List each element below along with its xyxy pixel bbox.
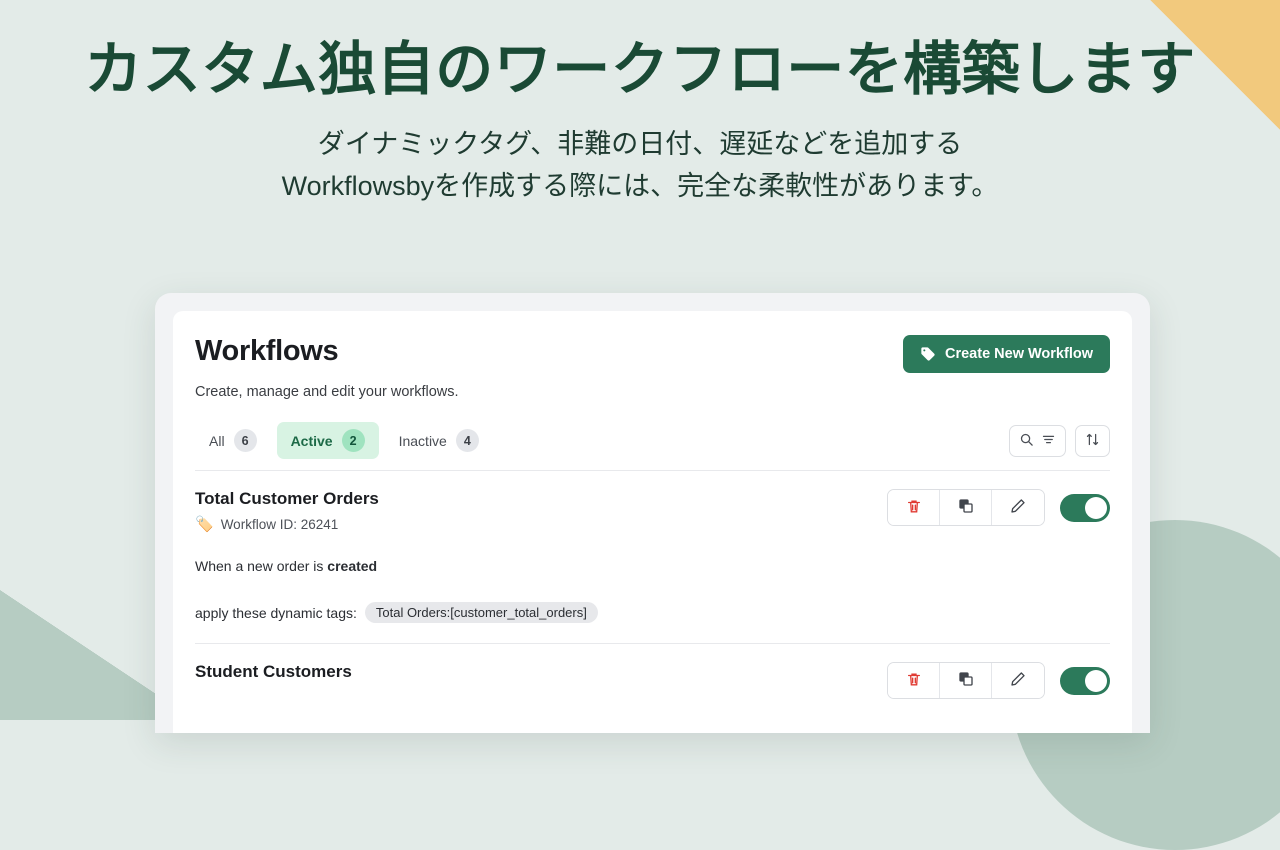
- delete-workflow-button[interactable]: [888, 663, 940, 698]
- workflow-id: 🏷️ Workflow ID: 26241: [195, 517, 379, 532]
- tab-all[interactable]: All 6: [195, 422, 271, 459]
- workflow-row-header: Student Customers: [195, 662, 1110, 699]
- workflow-row-student-customers: Student Customers: [195, 644, 1110, 719]
- app-window-frame: Workflows Create, manage and edit your w…: [155, 293, 1150, 733]
- workflows-card: Workflows Create, manage and edit your w…: [173, 311, 1132, 733]
- sort-arrows-icon: [1085, 432, 1100, 450]
- workflow-tag-chip[interactable]: Total Orders:[customer_total_orders]: [364, 602, 598, 623]
- edit-pencil-icon: [1010, 671, 1026, 690]
- hero-section: カスタム独自のワークフローを構築します ダイナミックタグ、非難の日付、遅延などを…: [0, 0, 1280, 207]
- create-new-workflow-button[interactable]: Create New Workflow: [903, 335, 1110, 373]
- tag-icon: [920, 346, 936, 362]
- workflow-trigger-event: created: [327, 558, 378, 574]
- duplicate-workflow-button[interactable]: [940, 490, 992, 525]
- tab-inactive-count: 4: [455, 429, 479, 452]
- create-new-workflow-label: Create New Workflow: [945, 346, 1093, 362]
- filter-icon: [1041, 432, 1056, 450]
- tab-active-count: 2: [341, 429, 365, 452]
- card-header: Workflows Create, manage and edit your w…: [195, 335, 1110, 400]
- duplicate-workflow-button[interactable]: [940, 663, 992, 698]
- delete-icon: [906, 671, 922, 691]
- duplicate-icon: [958, 498, 974, 517]
- duplicate-icon: [958, 671, 974, 690]
- sort-button[interactable]: [1075, 424, 1110, 457]
- workflow-tags-line: apply these dynamic tags: Total Orders:[…: [195, 602, 1110, 623]
- workflow-action-button-group: [887, 662, 1045, 699]
- workflow-row-header: Total Customer Orders 🏷️ Workflow ID: 26…: [195, 489, 1110, 532]
- workflow-enable-toggle[interactable]: [1060, 493, 1110, 522]
- workflow-row-total-customer-orders: Total Customer Orders 🏷️ Workflow ID: 26…: [195, 471, 1110, 644]
- search-filter-button[interactable]: [1009, 424, 1066, 457]
- workflow-trigger-line: When a new order is created: [195, 558, 1110, 574]
- workflow-tag-icon: 🏷️: [195, 516, 214, 533]
- edit-workflow-button[interactable]: [992, 663, 1044, 698]
- tabs-toolbar: All 6 Active 2 Inactive 4: [195, 422, 1110, 471]
- hero-title: カスタム独自のワークフローを構築します: [84, 37, 1196, 102]
- workflow-name: Student Customers: [195, 662, 352, 681]
- delete-workflow-button[interactable]: [888, 490, 940, 525]
- workflow-tags-label: apply these dynamic tags:: [195, 604, 357, 621]
- hero-subtitle-line-1: ダイナミックタグ、非難の日付、遅延などを追加する: [317, 128, 963, 159]
- hero-subtitle-line-2: Workflowsbyを作成する際には、完全な柔軟性があります。: [281, 170, 999, 201]
- workflow-name: Total Customer Orders: [195, 489, 379, 508]
- workflow-actions: [887, 489, 1110, 526]
- page-subtitle: Create, manage and edit your workflows.: [195, 384, 459, 400]
- tab-inactive[interactable]: Inactive 4: [385, 422, 493, 459]
- tabs-list: All 6 Active 2 Inactive 4: [195, 422, 493, 459]
- workflow-trigger-prefix: When a new order is: [195, 558, 328, 574]
- workflow-id-label: Workflow ID: 26241: [220, 517, 339, 532]
- page-title: Workflows: [195, 335, 339, 367]
- delete-icon: [906, 498, 922, 518]
- search-icon: [1019, 432, 1034, 450]
- toolbar-tools: [1009, 424, 1110, 457]
- hero-subtitle: ダイナミックタグ、非難の日付、遅延などを追加する Workflowsbyを作成す…: [0, 124, 1280, 208]
- edit-workflow-button[interactable]: [992, 490, 1044, 525]
- tab-inactive-label: Inactive: [398, 432, 447, 449]
- tab-all-label: All: [209, 432, 225, 449]
- tab-active[interactable]: Active 2: [276, 422, 379, 459]
- tab-all-count: 6: [233, 429, 257, 452]
- tab-active-label: Active: [290, 432, 333, 449]
- workflow-actions: [887, 662, 1110, 699]
- workflow-enable-toggle[interactable]: [1060, 666, 1110, 695]
- edit-pencil-icon: [1010, 498, 1026, 517]
- workflow-action-button-group: [887, 489, 1045, 526]
